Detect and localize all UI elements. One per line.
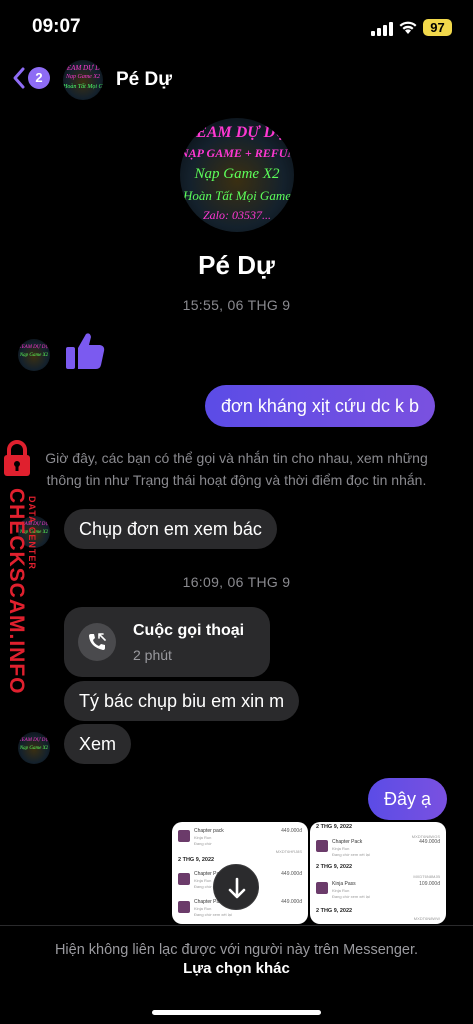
- avatar-text: Nạp Game X2: [19, 353, 49, 358]
- purchase-status: Đang chờ xem xét lại: [332, 852, 370, 857]
- purchase-app: Kinja Run: [332, 846, 350, 851]
- purchase-name: Kinja Pass: [332, 881, 356, 887]
- purchase-name: Chapter pack: [194, 828, 224, 834]
- app-icon: [178, 873, 190, 885]
- purchase-amount: 449.000đ: [419, 839, 440, 845]
- incoming-message[interactable]: Tý bác chụp biu em xin m: [64, 681, 300, 721]
- purchase-app: Kinja Run: [194, 835, 212, 840]
- purchase-date: 2 THG 9, 2022: [178, 857, 215, 863]
- watermark-sub-text: DATA CENTER: [27, 496, 37, 570]
- purchase-amount: 449.000đ: [281, 828, 302, 834]
- message-timestamp: 15:55, 06 THG 9: [182, 297, 291, 313]
- connection-notice: Giờ đây, các bạn có thể gọi và nhắn tin …: [0, 447, 473, 491]
- app-icon: [316, 882, 328, 894]
- other-options-link[interactable]: Lựa chọn khác: [0, 960, 473, 977]
- profile-avatar[interactable]: TEAM DỰ DỰ NẠP GAME + REFUND Nạp Game X2…: [180, 118, 294, 232]
- avatar-text: Zalo: 03537...: [202, 208, 271, 222]
- battery-indicator: 97: [423, 19, 452, 36]
- app-icon: [316, 840, 328, 852]
- missed-call-icon: [78, 623, 116, 661]
- watermark: CHECKSCAM.INFO DATA CENTER: [0, 440, 42, 695]
- avatar-text: TEAM DỰ DỰ: [63, 64, 103, 72]
- call-duration: 2 phút: [133, 647, 172, 663]
- unread-count-badge: 2: [28, 67, 50, 89]
- purchase-amount: 109.000đ: [419, 881, 440, 887]
- status-time: 09:07: [32, 16, 81, 37]
- avatar-text: Hoàn Tất Mọi Game: [63, 84, 103, 90]
- contact-avatar[interactable]: TEAM DỰ DỰ Nạp Game X2: [18, 339, 50, 371]
- notice-line: Giờ đây, các bạn có thể gọi và nhắn tin …: [45, 450, 428, 466]
- order-id: MXDT6HRJ8S: [275, 849, 302, 854]
- outgoing-message[interactable]: Đây ạ: [368, 778, 448, 820]
- back-button[interactable]: 2: [12, 66, 50, 90]
- status-bar: 09:07 97: [0, 0, 473, 56]
- purchase-amount: 449.000đ: [281, 871, 302, 877]
- order-id: MXDT6N8MJB: [413, 874, 440, 879]
- chat-header: 2 TEAM DỰ DỰ Nạp Game X2 Hoàn Tất Mọi Ga…: [0, 56, 473, 106]
- purchase-status: Đang chờ xem xét lại: [194, 912, 232, 917]
- order-id: MXDT6N8WW: [413, 916, 440, 921]
- avatar-text: TEAM DỰ DỰ: [186, 124, 288, 141]
- avatar-text: Nạp Game X2: [19, 746, 49, 751]
- avatar-text: TEAM DỰ DỰ: [18, 345, 50, 350]
- purchase-date: 2 THG 9, 2022: [316, 864, 353, 870]
- avatar-text: TEAM DỰ DỰ: [18, 738, 50, 743]
- app-icon: [178, 830, 190, 842]
- cellular-signal-icon: [371, 22, 393, 36]
- contact-avatar[interactable]: TEAM DỰ DỰ Nạp Game X2: [18, 732, 50, 764]
- purchase-status: Đang chờ: [194, 841, 212, 846]
- avatar-text: Hoàn Tất Mọi Game: [183, 188, 291, 203]
- purchase-amount: 449.000đ: [281, 899, 302, 905]
- avatar-text: NẠP GAME + REFUND: [180, 146, 294, 160]
- voice-call-card[interactable]: Cuộc gọi thoại 2 phút: [64, 607, 270, 677]
- thumbs-up-icon[interactable]: [64, 330, 106, 372]
- header-contact-name[interactable]: Pé Dự: [116, 69, 172, 91]
- screenshot-attachment[interactable]: 2 THG 9, 2022 MXDT6N8WGS Chapter Pack 44…: [310, 822, 446, 924]
- purchase-app: Kinja Run: [194, 906, 212, 911]
- notice-line: thông tin như Trạng thái hoạt động và th…: [46, 472, 427, 488]
- profile-name: Pé Dự: [198, 250, 275, 280]
- incoming-message[interactable]: Xem: [64, 724, 132, 764]
- purchase-date: 2 THG 9, 2022: [316, 824, 353, 830]
- chevron-left-icon: [13, 67, 25, 89]
- watermark-main-text: CHECKSCAM.INFO: [5, 488, 28, 695]
- purchase-status: Đang chờ xem xét lại: [332, 894, 370, 899]
- header-avatar[interactable]: TEAM DỰ DỰ Nạp Game X2 Hoàn Tất Mọi Game: [63, 60, 103, 100]
- app-icon: [178, 901, 190, 913]
- call-title: Cuộc gọi thoại: [133, 622, 245, 639]
- message-timestamp: 16:09, 06 THG 9: [182, 574, 291, 590]
- avatar-text: Nạp Game X2: [194, 166, 280, 182]
- arrow-down-icon: [228, 877, 246, 899]
- scroll-to-bottom-button[interactable]: [213, 864, 259, 910]
- purchase-name: Chapter Pack: [332, 839, 363, 845]
- unavailable-message: Hiện không liên lạc được với người này t…: [54, 942, 419, 958]
- home-indicator[interactable]: [152, 1010, 321, 1015]
- purchase-app: Kinja Run: [332, 888, 350, 893]
- outgoing-message[interactable]: đơn kháng xịt cứu dc k b: [205, 385, 435, 427]
- purchase-date: 2 THG 9, 2022: [316, 908, 353, 914]
- avatar-text: Nạp Game X2: [66, 74, 100, 80]
- purchase-app: Kinja Run: [194, 878, 212, 883]
- lock-icon: [4, 440, 30, 476]
- wifi-icon: [399, 21, 417, 34]
- incoming-message[interactable]: Chụp đơn em xem bác: [64, 509, 277, 549]
